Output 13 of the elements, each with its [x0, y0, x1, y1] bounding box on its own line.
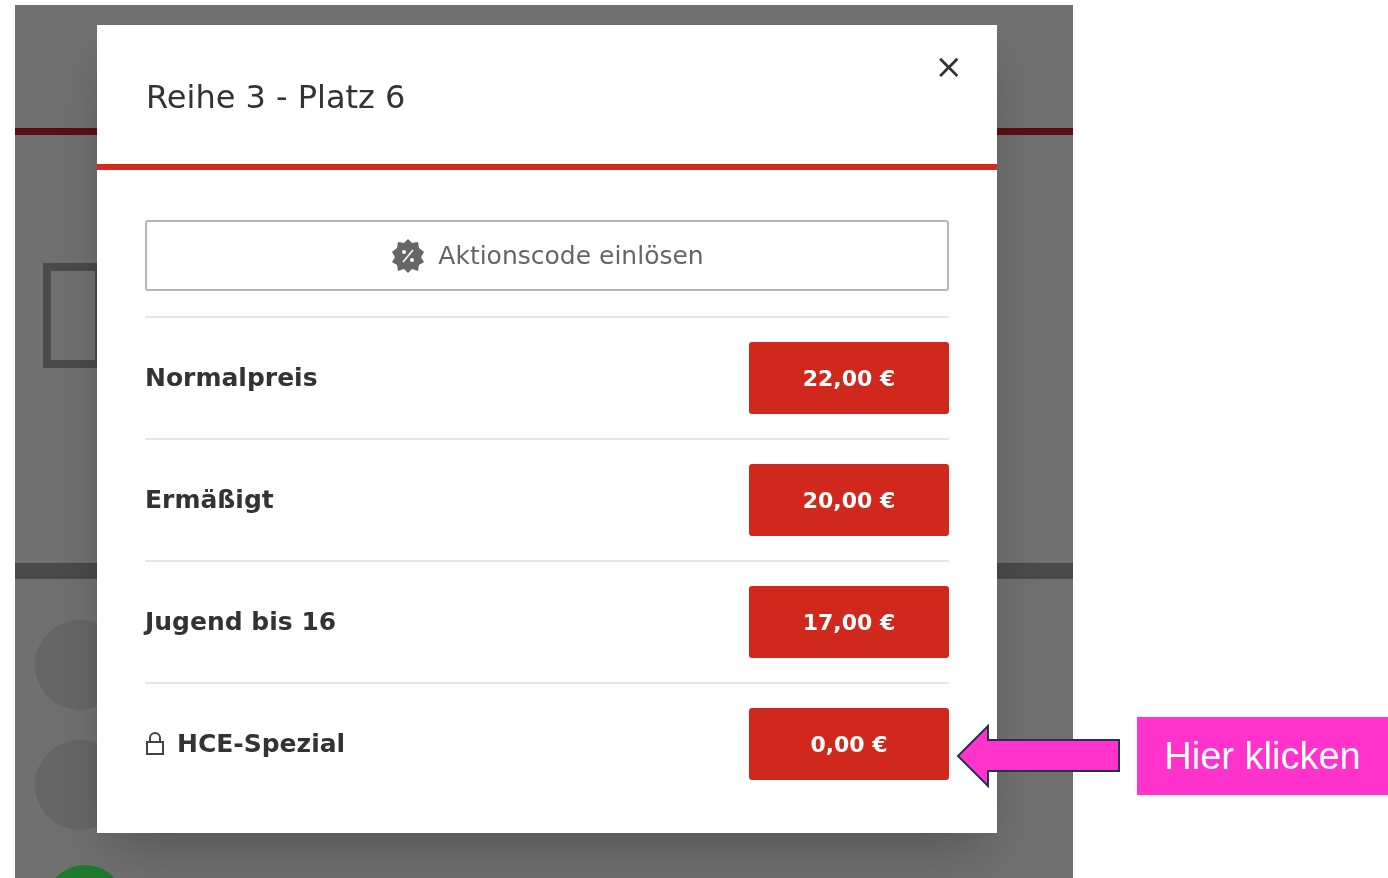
price-button[interactable]: 17,00 €: [749, 586, 949, 658]
dialog-title: Reihe 3 - Platz 6: [146, 76, 406, 118]
ticket-type-label: Ermäßigt: [145, 484, 274, 517]
price-button[interactable]: 0,00 €: [749, 708, 949, 780]
percent-badge-icon: [390, 237, 427, 274]
ticket-type-label: HCE-Spezial: [177, 728, 346, 761]
close-button[interactable]: ×: [930, 49, 967, 83]
ticket-type-label: Jugend bis 16: [145, 606, 337, 639]
ticket-type-label: Normalpreis: [145, 362, 318, 395]
price-button[interactable]: 22,00 €: [749, 342, 949, 414]
price-button[interactable]: 20,00 €: [749, 464, 949, 536]
callout-label: Hier klicken: [1137, 717, 1388, 795]
promo-code-button[interactable]: Aktionscode einlösen: [145, 220, 949, 291]
